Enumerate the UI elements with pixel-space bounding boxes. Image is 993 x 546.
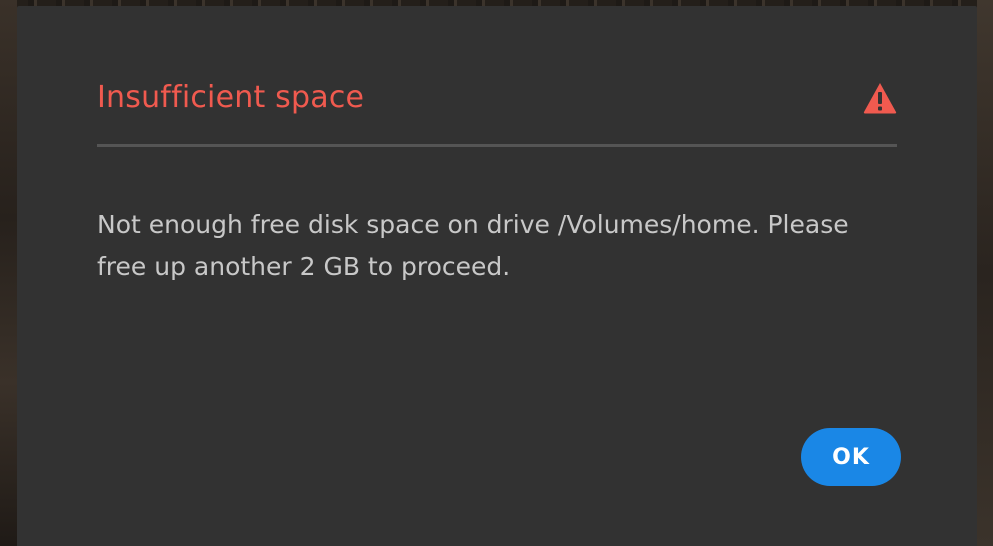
dialog-header: Insufficient space <box>97 6 897 146</box>
alert-triangle-icon <box>863 81 897 115</box>
insufficient-space-dialog: Insufficient space Not enough free disk … <box>17 6 977 546</box>
background-left-edge <box>0 0 17 546</box>
dialog-title: Insufficient space <box>97 80 365 115</box>
ok-button[interactable]: OK <box>801 428 901 486</box>
dialog-message: Not enough free disk space on drive /Vol… <box>97 210 849 281</box>
background-right-edge <box>977 0 993 546</box>
header-divider <box>97 144 897 147</box>
